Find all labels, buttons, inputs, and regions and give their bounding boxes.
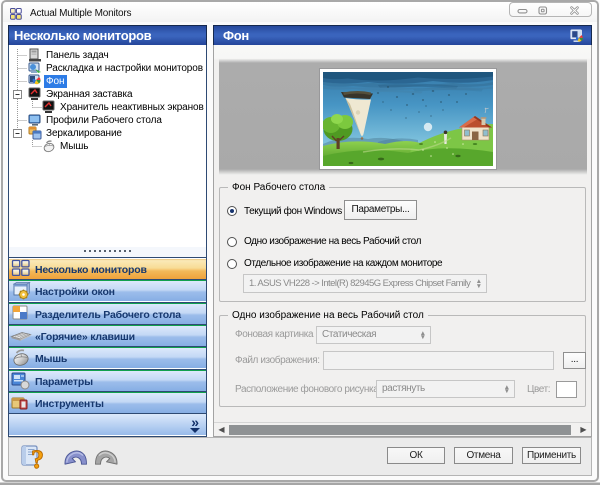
svg-text:?: ? (31, 445, 44, 470)
